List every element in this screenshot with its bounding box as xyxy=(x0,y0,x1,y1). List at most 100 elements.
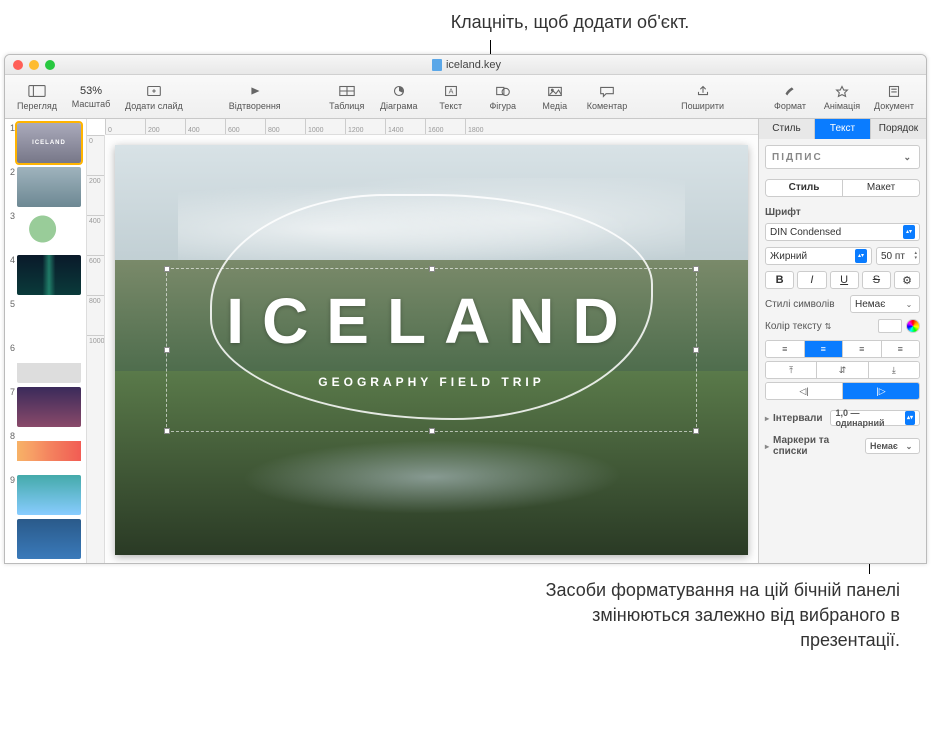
media-button[interactable]: Медіа xyxy=(531,81,579,113)
font-family-select[interactable]: DIN Condensed ▴▾ xyxy=(765,223,920,241)
play-button[interactable]: Відтворення xyxy=(225,81,285,113)
resize-handle[interactable] xyxy=(164,347,170,353)
resize-handle[interactable] xyxy=(164,266,170,272)
inspector-tabs: Стиль Текст Порядок xyxy=(759,119,926,139)
resize-handle[interactable] xyxy=(429,428,435,434)
font-family-row: DIN Condensed ▴▾ xyxy=(765,223,920,241)
align-justify-button[interactable]: ≡ xyxy=(882,341,920,357)
spacing-disclosure[interactable]: ▸ Інтервали 1,0 — одинарний ▴▾ xyxy=(765,410,920,426)
slide-number: 7 xyxy=(7,387,15,397)
tab-arrange[interactable]: Порядок xyxy=(871,119,926,139)
label: Документ xyxy=(874,101,914,111)
underline-button[interactable]: U xyxy=(830,271,859,289)
font-weight-select[interactable]: Жирний ▴▾ xyxy=(765,247,872,265)
paragraph-style-picker[interactable]: ПІДПИС ⌄ xyxy=(765,145,920,169)
font-weight-row: Жирний ▴▾ 50 пт ▴▾ xyxy=(765,247,920,265)
slide-thumb-5[interactable]: 5 xyxy=(7,299,84,339)
chevron-down-icon: ⌄ xyxy=(903,439,915,453)
tab-style[interactable]: Стиль xyxy=(759,119,815,139)
comment-icon xyxy=(597,83,617,99)
thumb-image xyxy=(17,211,81,251)
subtab-layout[interactable]: Макет xyxy=(843,180,919,196)
stepper-icon[interactable]: ▴▾ xyxy=(914,251,917,261)
format-button[interactable]: Формат xyxy=(766,81,814,113)
spacing-select[interactable]: 1,0 — одинарний ▴▾ xyxy=(830,410,920,426)
close-icon[interactable] xyxy=(13,60,23,70)
add-slide-button[interactable]: Додати слайд xyxy=(121,81,187,113)
table-button[interactable]: Таблиця xyxy=(323,81,371,113)
resize-handle[interactable] xyxy=(693,347,699,353)
slide-thumb-4[interactable]: 4 xyxy=(7,255,84,295)
align-bottom-button[interactable]: ⤓ xyxy=(869,362,919,378)
triangle-right-icon: ▸ xyxy=(765,414,769,423)
align-right-button[interactable]: ≡ xyxy=(843,341,882,357)
align-top-button[interactable]: ⤒ xyxy=(766,362,817,378)
align-middle-button[interactable]: ⇵ xyxy=(817,362,868,378)
bullets-select[interactable]: Немає ⌄ xyxy=(865,438,920,454)
slide-thumb-3[interactable]: 3 xyxy=(7,211,84,251)
slide-thumb-9[interactable]: 9 xyxy=(7,475,84,515)
canvas[interactable]: 020040060080010001200140016001800 020040… xyxy=(87,119,758,563)
selection-box[interactable] xyxy=(166,268,698,432)
italic-button[interactable]: I xyxy=(797,271,826,289)
label: Масштаб xyxy=(72,99,111,109)
thumb-image xyxy=(17,123,81,163)
value: Немає xyxy=(855,299,885,310)
font-size-input[interactable]: 50 пт ▴▾ xyxy=(876,247,920,265)
outdent-button[interactable]: ◁| xyxy=(766,383,843,399)
share-button[interactable]: Поширити xyxy=(677,81,728,113)
animate-button[interactable]: Анімація xyxy=(818,81,866,113)
slide-navigator[interactable]: 1 2 3 4 5 6 7 8 9 xyxy=(5,119,87,563)
color-wheel-icon[interactable] xyxy=(906,319,920,333)
shape-icon xyxy=(493,83,513,99)
animate-icon xyxy=(832,83,852,99)
slide[interactable]: ICELAND GEOGRAPHY FIELD TRIP xyxy=(115,145,748,555)
updown-icon: ⇅ xyxy=(825,322,832,331)
resize-handle[interactable] xyxy=(164,428,170,434)
slide-thumb-7[interactable]: 7 xyxy=(7,387,84,427)
resize-handle[interactable] xyxy=(429,266,435,272)
label: Таблиця xyxy=(329,101,364,111)
slide-thumb-1[interactable]: 1 xyxy=(7,123,84,163)
thumb-image xyxy=(17,167,81,207)
toolbar: Перегляд 53% Масштаб Додати слайд Відтво… xyxy=(5,75,926,119)
tab-text[interactable]: Текст xyxy=(815,119,871,139)
v-align-indent-row: ⤒ ⇵ ⤓ xyxy=(765,361,920,379)
label: Перегляд xyxy=(17,101,57,111)
resize-handle[interactable] xyxy=(693,266,699,272)
maximize-icon[interactable] xyxy=(45,60,55,70)
table-icon xyxy=(337,83,357,99)
slide-thumb-8[interactable]: 8 xyxy=(7,431,84,471)
slide-thumb-2[interactable]: 2 xyxy=(7,167,84,207)
slide-thumb-6[interactable]: 6 xyxy=(7,343,84,383)
align-left-button[interactable]: ≡ xyxy=(766,341,805,357)
view-button[interactable]: Перегляд xyxy=(13,81,61,113)
indent-button[interactable]: |▷ xyxy=(843,383,919,399)
value: 50 пт xyxy=(881,251,905,262)
text-button[interactable]: A Текст xyxy=(427,81,475,113)
shape-button[interactable]: Фігура xyxy=(479,81,527,113)
bullets-disclosure[interactable]: ▸ Маркери та списки Немає ⌄ xyxy=(765,435,920,457)
callout-add-object: Клацніть, щоб додати об'єкт. xyxy=(420,12,720,33)
slide-thumb-10[interactable] xyxy=(7,519,84,559)
color-swatch[interactable] xyxy=(878,319,902,333)
align-center-button[interactable]: ≡ xyxy=(805,341,844,357)
chart-button[interactable]: Діаграма xyxy=(375,81,423,113)
subtab-style[interactable]: Стиль xyxy=(766,180,843,196)
strike-button[interactable]: S xyxy=(862,271,891,289)
slide-number: 6 xyxy=(7,343,15,353)
updown-icon: ▴▾ xyxy=(855,249,867,263)
font-advanced-button[interactable]: ⚙︎ xyxy=(894,271,920,289)
callout-text: Засоби форматування на цій бічній панелі… xyxy=(546,580,900,650)
zoom-button[interactable]: 53% Масштаб xyxy=(65,83,117,111)
thumb-image xyxy=(17,255,81,295)
document-button[interactable]: Документ xyxy=(870,81,918,113)
comment-button[interactable]: Коментар xyxy=(583,81,631,113)
thumb-image xyxy=(17,475,81,515)
char-styles-select[interactable]: Немає ⌄ xyxy=(850,295,920,313)
bold-button[interactable]: B xyxy=(765,271,794,289)
stage: ICELAND GEOGRAPHY FIELD TRIP xyxy=(105,135,758,563)
minimize-icon[interactable] xyxy=(29,60,39,70)
inspector-panel: Стиль Текст Порядок ПІДПИС ⌄ Стиль Макет… xyxy=(758,119,926,563)
resize-handle[interactable] xyxy=(693,428,699,434)
